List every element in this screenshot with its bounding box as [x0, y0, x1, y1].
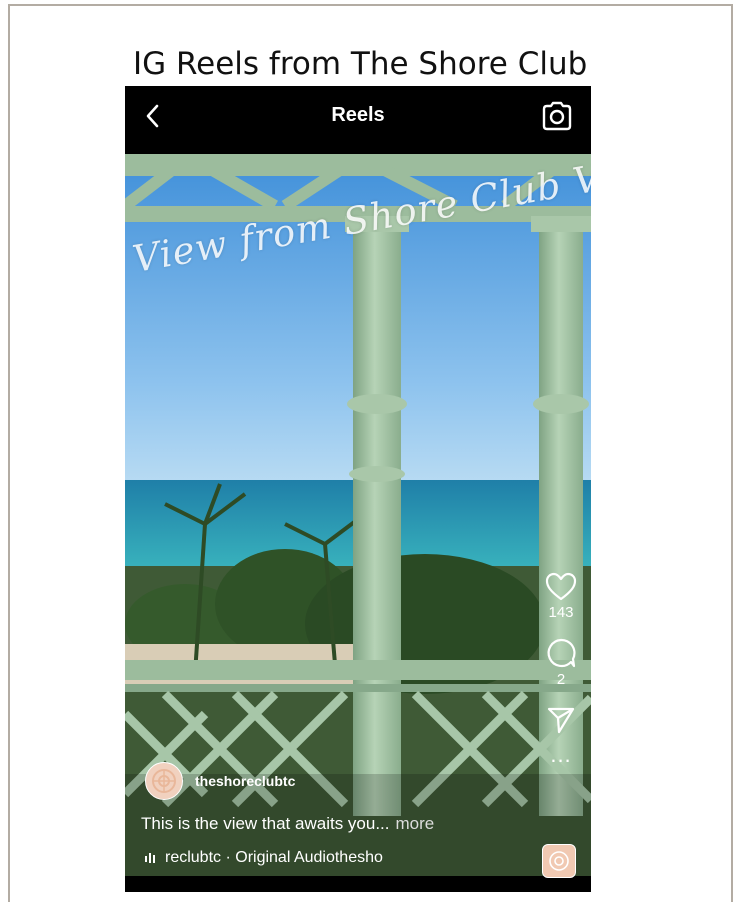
author-username[interactable]: theshoreclubtc [195, 773, 295, 789]
brand-logo-avatar [152, 769, 176, 793]
reel-caption: This is the view that awaits you... more [141, 814, 434, 834]
heart-icon[interactable] [545, 572, 577, 602]
action-rail: 143 2 ... [531, 572, 591, 768]
share-action[interactable] [531, 706, 591, 734]
reel-author[interactable]: theshoreclubtc [145, 762, 295, 800]
comment-action[interactable]: 2 [531, 637, 591, 688]
bottom-bar [125, 878, 591, 892]
page-title: Reels [331, 104, 385, 126]
caption-text: This is the view that awaits you... [141, 814, 390, 833]
camera-icon[interactable] [540, 100, 574, 132]
more-options[interactable]: ... [531, 742, 591, 768]
more-dots-icon[interactable]: ... [550, 742, 571, 767]
send-icon[interactable] [546, 706, 576, 734]
caption-more-link[interactable]: more [396, 814, 435, 833]
like-count: 143 [548, 604, 574, 621]
comment-count: 2 [556, 671, 566, 688]
brand-logo-icon [549, 851, 569, 871]
document-title: IG Reels from The Shore Club [133, 46, 588, 82]
like-action[interactable]: 143 [531, 572, 591, 621]
author-avatar[interactable] [145, 762, 183, 800]
comment-bubble-icon[interactable] [545, 637, 577, 669]
audio-bars-icon [145, 853, 155, 863]
audio-thumbnail[interactable] [542, 844, 576, 878]
top-bar: Reels [125, 86, 591, 154]
reels-screen: Reels View from Shore Club Villas 143 2 … [125, 86, 591, 892]
audio-label[interactable]: reclubtc · Original Audiothesho [165, 849, 383, 867]
audio-track[interactable]: reclubtc · Original Audiothesho [145, 849, 383, 867]
